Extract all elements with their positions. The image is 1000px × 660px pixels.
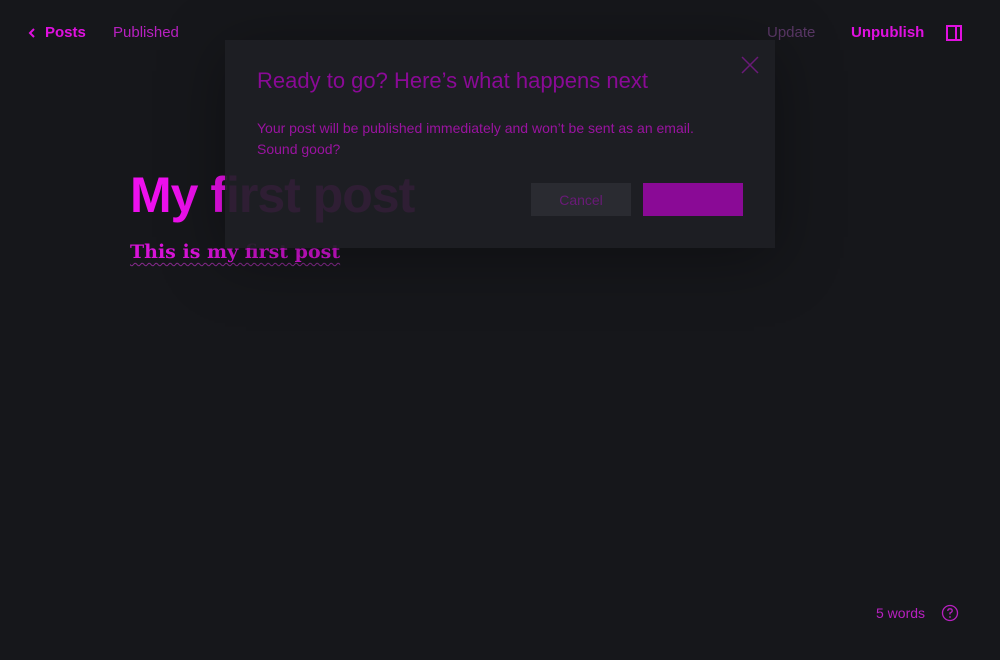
word-count: 5 words: [876, 605, 926, 621]
close-icon[interactable]: [740, 55, 760, 75]
modal-body: Your post will be published immediately …: [257, 120, 694, 157]
question-circle-icon[interactable]: [941, 604, 959, 622]
publish-confirm-modal: Ready to go? Here’s what happens next Yo…: [225, 40, 775, 248]
cancel-button[interactable]: Cancel: [531, 183, 631, 216]
confirm-publish-button[interactable]: [643, 183, 743, 216]
modal-title: Ready to go? Here’s what happens next: [257, 68, 648, 93]
